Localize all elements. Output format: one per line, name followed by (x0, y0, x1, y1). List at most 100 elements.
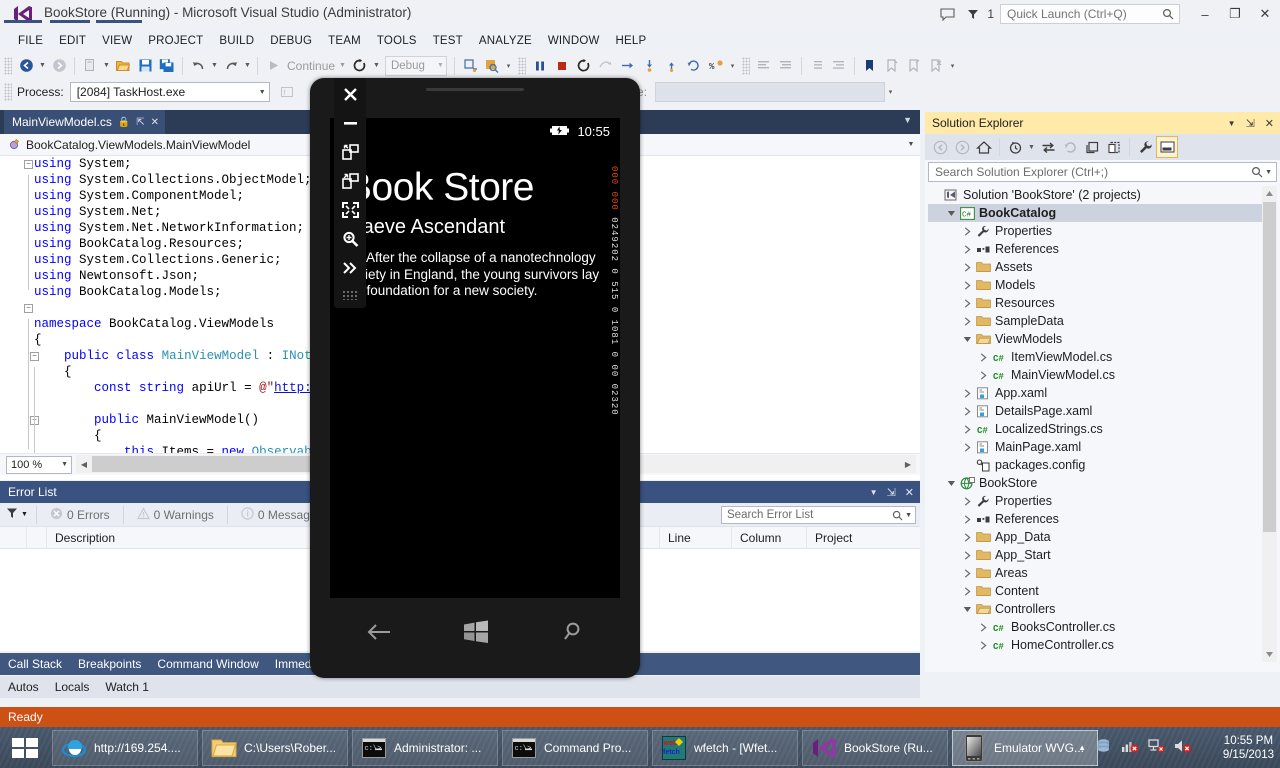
expander-collapsed-icon[interactable] (960, 317, 974, 326)
navigate-backward-dropdown-icon[interactable]: ▼ (37, 55, 48, 77)
tree-item-assets[interactable]: Assets (928, 258, 1277, 276)
hex-display-icon[interactable]: % (705, 55, 727, 77)
tree-item-app-xaml[interactable]: App.xaml (928, 384, 1277, 402)
editor-tab-mainviewmodel[interactable]: MainViewModel.cs 🔒 ⇱ ✕ (4, 110, 165, 134)
tab-list-dropdown-icon[interactable]: ▼ (903, 115, 912, 125)
step-into-icon[interactable] (639, 55, 661, 77)
panel-menu-icon[interactable]: ▼ (1228, 119, 1236, 128)
step-next-icon[interactable] (683, 55, 705, 77)
continue-button[interactable]: Continue ▼ (284, 59, 349, 73)
toggle-bookmark-icon[interactable] (859, 55, 881, 77)
filter-dropdown-icon[interactable]: ▼ (21, 511, 28, 518)
toolbar-overflow-icon[interactable]: ▾ (503, 55, 514, 77)
tree-item-localizedstrings-cs[interactable]: C#LocalizedStrings.cs (928, 420, 1277, 438)
network-stack-icon[interactable] (1095, 738, 1112, 758)
expander-collapsed-icon[interactable] (976, 641, 990, 650)
expander-collapsed-icon[interactable] (960, 497, 974, 506)
quick-launch-box[interactable] (1000, 4, 1180, 24)
tree-item-packages-config[interactable]: packages.config (928, 456, 1277, 474)
tree-item-content[interactable]: Content (928, 582, 1277, 600)
solution-explorer-search-box[interactable]: Search Solution Explorer (Ctrl+;) ▼ (928, 162, 1277, 182)
pending-changes-icon[interactable] (1004, 136, 1026, 158)
phone-screen[interactable]: 10:55 Book Store Maeve Ascendant After t… (330, 118, 620, 598)
undo-dropdown-icon[interactable]: ▼ (209, 55, 220, 77)
tree-item-viewmodels[interactable]: ViewModels (928, 330, 1277, 348)
expander-expanded-icon[interactable] (944, 480, 958, 487)
rotate-right-icon[interactable] (337, 171, 363, 191)
solution-explorer-scrollbar[interactable] (1262, 186, 1277, 662)
expander-collapsed-icon[interactable] (960, 515, 974, 524)
start-button[interactable] (2, 729, 48, 766)
close-icon[interactable]: ✕ (905, 486, 914, 499)
expander-collapsed-icon[interactable] (960, 407, 974, 416)
tab-autos[interactable]: Autos (0, 680, 47, 694)
pending-changes-dropdown-icon[interactable]: ▼ (1026, 136, 1037, 158)
minimize-button[interactable]: – (1190, 1, 1220, 27)
menu-item-edit[interactable]: EDIT (51, 33, 94, 49)
volume-muted-icon[interactable] (1174, 738, 1192, 757)
tab-breakpoints[interactable]: Breakpoints (70, 657, 149, 671)
close-icon[interactable]: ✕ (151, 117, 159, 128)
menu-item-help[interactable]: HELP (608, 33, 655, 49)
taskbar-item-wfetch[interactable]: webfetchwfetch - [Wfet... (652, 730, 798, 766)
tree-item-properties[interactable]: Properties (928, 492, 1277, 510)
close-button[interactable]: ✕ (1250, 1, 1280, 27)
pin-icon[interactable]: ⇲ (887, 486, 896, 499)
pin-icon[interactable]: ⇲ (1246, 117, 1255, 130)
stack-frame-combo[interactable] (655, 82, 885, 102)
search-options-dropdown-icon[interactable]: ▼ (1265, 169, 1272, 176)
taskbar-item-cmd[interactable]: c:\>Administrator: ... (352, 730, 498, 766)
properties-icon[interactable] (1134, 136, 1156, 158)
solution-explorer-scroll-thumb[interactable] (1263, 202, 1276, 532)
save-icon[interactable] (134, 55, 156, 77)
open-file-icon[interactable] (112, 55, 134, 77)
rotate-left-icon[interactable] (337, 142, 363, 162)
expander-collapsed-icon[interactable] (960, 299, 974, 308)
collapse-usings-icon[interactable]: − (24, 160, 33, 169)
zoom-level-combo[interactable]: 100 % ▼ (6, 456, 72, 474)
toolbar-grip[interactable] (742, 57, 750, 75)
column-header-column[interactable]: Column (732, 527, 807, 549)
expander-collapsed-icon[interactable] (960, 533, 974, 542)
solution-configuration-combo[interactable]: Debug ▼ (385, 56, 447, 76)
solution-explorer-tree[interactable]: Solution 'BookStore' (2 projects)C#BookC… (928, 186, 1277, 662)
expander-collapsed-icon[interactable] (960, 551, 974, 560)
restart-dropdown-icon[interactable]: ▼ (371, 55, 382, 77)
collapse-all-icon[interactable] (1081, 136, 1103, 158)
expander-expanded-icon[interactable] (944, 210, 958, 217)
tree-item-mainpage-xaml[interactable]: MainPage.xaml (928, 438, 1277, 456)
tree-item-resources[interactable]: Resources (928, 294, 1277, 312)
taskbar-item-ie[interactable]: http://169.254.... (52, 730, 198, 766)
scroll-up-arrow-icon[interactable] (1262, 186, 1277, 201)
menu-item-file[interactable]: FILE (10, 33, 51, 49)
tree-item-references[interactable]: References (928, 240, 1277, 258)
scroll-down-arrow-icon[interactable] (1262, 647, 1277, 662)
expander-collapsed-icon[interactable] (960, 443, 974, 452)
filter-icon[interactable] (6, 507, 18, 522)
expand-icon[interactable] (337, 258, 363, 278)
expander-collapsed-icon[interactable] (976, 623, 990, 632)
menu-item-test[interactable]: TEST (425, 33, 471, 49)
taskbar-item-vs[interactable]: BookStore (Ru... (802, 730, 948, 766)
break-all-icon[interactable] (529, 55, 551, 77)
scroll-right-arrow-icon[interactable]: ▶ (900, 455, 916, 473)
save-all-icon[interactable] (156, 55, 178, 77)
column-header-line[interactable]: Line (660, 527, 732, 549)
network-status-icon[interactable] (1148, 738, 1165, 757)
pin-icon[interactable]: ⇱ (136, 117, 144, 128)
tree-item-references[interactable]: References (928, 510, 1277, 528)
tree-item-controllers[interactable]: Controllers (928, 600, 1277, 618)
expander-collapsed-icon[interactable] (960, 227, 974, 236)
tree-item-sampledata[interactable]: SampleData (928, 312, 1277, 330)
windows-start-icon[interactable] (463, 620, 489, 647)
tree-item-bookscontroller-cs[interactable]: C#BooksController.cs (928, 618, 1277, 636)
undo-icon[interactable] (187, 55, 209, 77)
search-icon[interactable] (560, 621, 584, 646)
redo-dropdown-icon[interactable]: ▼ (242, 55, 253, 77)
tab-call-stack[interactable]: Call Stack (0, 657, 70, 671)
expander-collapsed-icon[interactable] (960, 245, 974, 254)
tree-item-bookcatalog[interactable]: C#BookCatalog (928, 204, 1277, 222)
warnings-filter[interactable]: 0 Warnings (128, 507, 223, 523)
expander-collapsed-icon[interactable] (960, 587, 974, 596)
menu-item-debug[interactable]: DEBUG (262, 33, 320, 49)
